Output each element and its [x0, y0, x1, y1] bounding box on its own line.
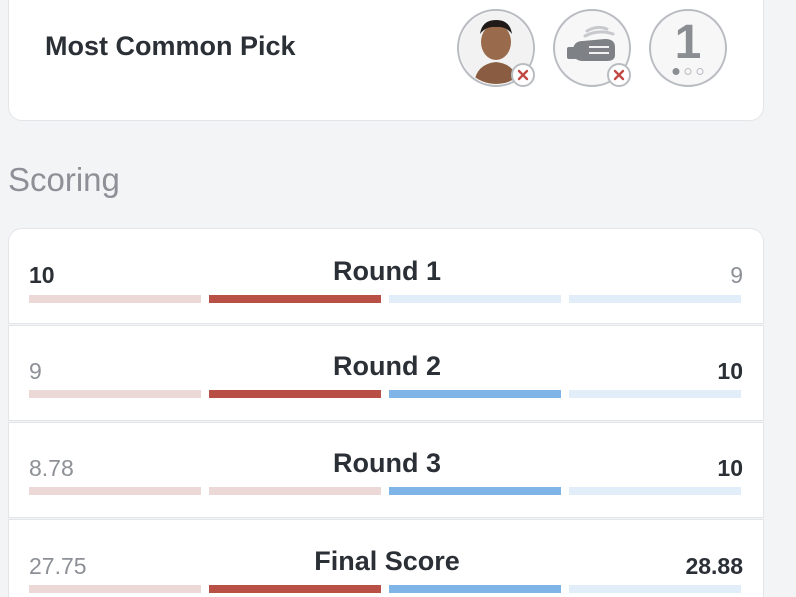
round-label: Final Score — [314, 546, 460, 576]
right-score: 28.88 — [685, 553, 743, 579]
score-bar — [569, 390, 741, 398]
scoring-row: 27.75 Final Score 28.88 — [8, 519, 764, 597]
scoring-row: 9 Round 2 10 — [8, 325, 764, 421]
most-common-pick-card: Most Common Pick 1 — [8, 0, 764, 121]
score-bar — [209, 585, 381, 593]
page: Most Common Pick 1 Scoring 10 Round 1 9 … — [0, 0, 796, 597]
score-bar — [569, 585, 741, 593]
score-bar — [209, 487, 381, 495]
score-bars — [29, 585, 741, 593]
scoring-row: 10 Round 1 9 — [8, 228, 764, 324]
score-bar — [29, 295, 201, 303]
score-bar — [389, 585, 561, 593]
right-score: 10 — [717, 455, 743, 481]
score-bar — [569, 487, 741, 495]
score-bar — [209, 390, 381, 398]
most-common-pick-title: Most Common Pick — [45, 31, 296, 61]
score-bar — [389, 295, 561, 303]
round-label: Round 3 — [333, 448, 441, 478]
score-bar — [29, 390, 201, 398]
fighter-avatar-icon[interactable] — [457, 9, 535, 87]
round-number: 1 — [674, 16, 702, 69]
score-bars — [29, 487, 741, 495]
right-score: 10 — [717, 358, 743, 384]
close-icon — [607, 63, 631, 87]
pick-icons: 1 — [457, 9, 727, 87]
score-bar — [569, 295, 741, 303]
score-bar — [389, 390, 561, 398]
score-bars — [29, 390, 741, 398]
glove-punch-icon[interactable] — [553, 9, 631, 87]
score-bar — [209, 295, 381, 303]
close-icon — [511, 63, 535, 87]
round-label: Round 1 — [333, 256, 441, 286]
score-bar — [29, 585, 201, 593]
score-bar — [29, 487, 201, 495]
scoring-row: 8.78 Round 3 10 — [8, 422, 764, 518]
round-one-icon[interactable]: 1 — [649, 9, 727, 87]
score-bar — [389, 487, 561, 495]
round-dots — [672, 68, 704, 75]
round-label: Round 2 — [333, 351, 441, 381]
score-bars — [29, 295, 741, 303]
scoring-table: 10 Round 1 9 9 Round 2 10 8.78 Round 3 1… — [8, 228, 764, 597]
right-score: 9 — [730, 262, 743, 288]
scoring-section-title: Scoring — [8, 161, 120, 198]
